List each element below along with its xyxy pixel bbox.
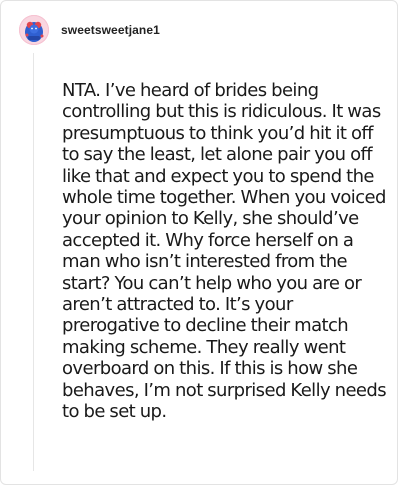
comment-body: NTA. I’ve heard of brides being controll… [62,80,387,423]
user-avatar-icon [19,15,49,45]
avatar[interactable] [19,15,49,45]
thread-line [33,53,34,471]
comment-card: sweetsweetjane1 NTA. I’ve heard of bride… [0,0,398,485]
username[interactable]: sweetsweetjane1 [61,23,160,37]
